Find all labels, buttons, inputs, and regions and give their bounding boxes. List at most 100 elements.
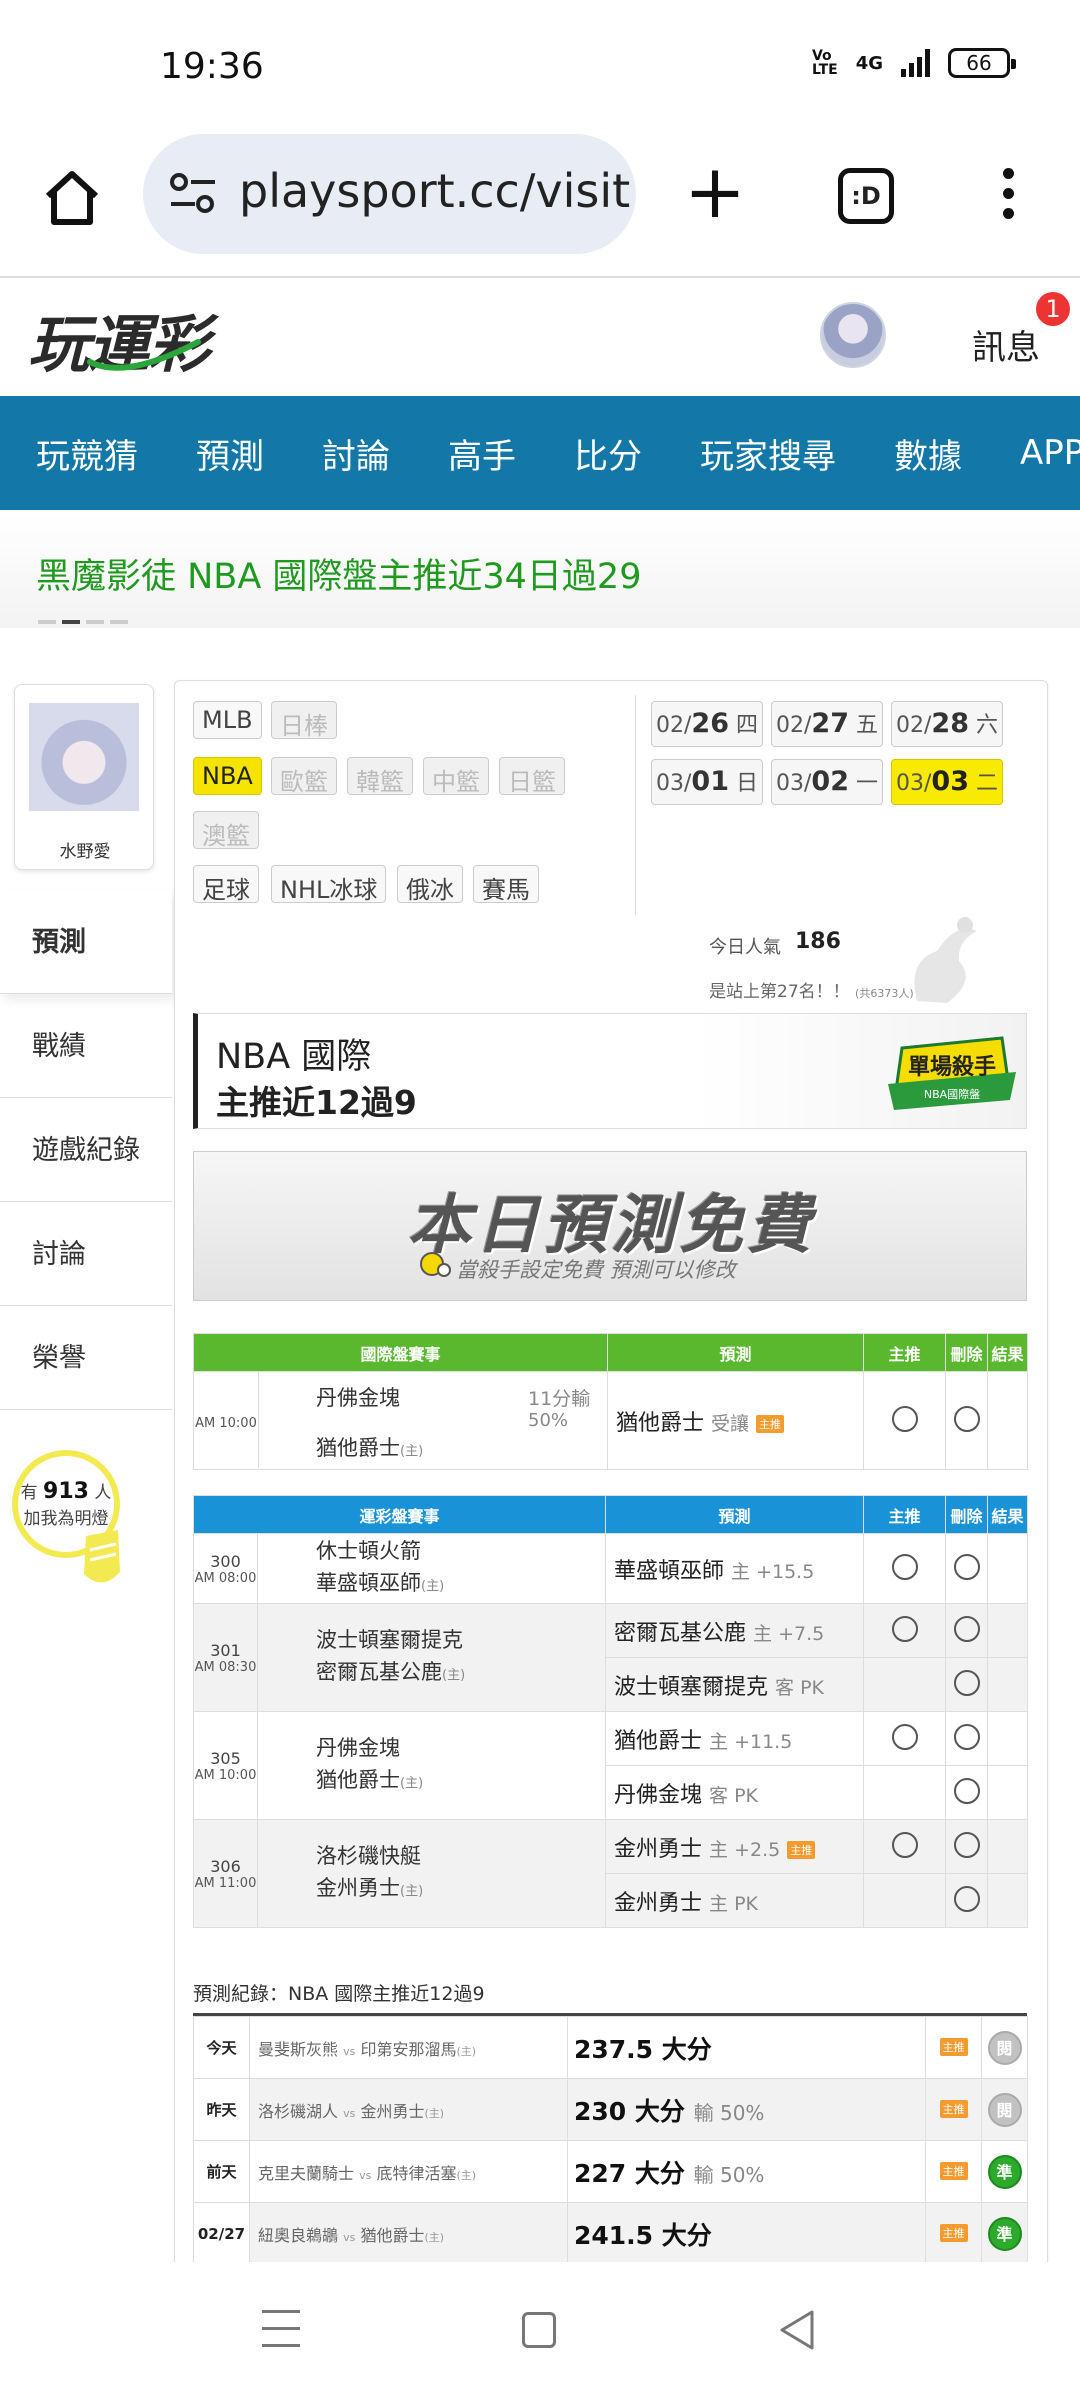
main-pick-radio[interactable] bbox=[891, 1615, 918, 1642]
record-match[interactable]: 克里夫蘭騎士 vs 底特律活塞(主) bbox=[249, 2140, 568, 2203]
date-day: 01 bbox=[691, 766, 729, 797]
date-day: 26 bbox=[691, 708, 729, 739]
home-icon[interactable] bbox=[40, 166, 104, 230]
prediction-cell: 金州勇士 主 PK bbox=[605, 1873, 865, 1928]
date-chip[interactable]: 02/27 五 bbox=[771, 701, 883, 747]
back-icon[interactable] bbox=[776, 2308, 816, 2352]
side-menu-honor[interactable]: 榮譽 bbox=[0, 1306, 172, 1410]
delete-radio[interactable] bbox=[953, 1669, 980, 1696]
carousel-dots bbox=[38, 620, 128, 624]
pick-note: 受讓 bbox=[711, 1412, 750, 1435]
delete-radio[interactable] bbox=[953, 1831, 980, 1858]
free-banner-subtitle: 當殺手設定免費 預測可以修改 bbox=[456, 1258, 736, 1282]
record-away: 洛杉磯湖人 bbox=[258, 2101, 339, 2121]
url-bar[interactable]: playsport.cc/visit bbox=[143, 134, 636, 254]
header-prediction: 預測 bbox=[607, 1333, 864, 1372]
home-team: 猶他爵士(主) bbox=[316, 1432, 423, 1462]
delete-radio[interactable] bbox=[953, 1723, 980, 1750]
record-row: 昨天 洛杉磯湖人 vs 金州勇士(主) 230 大分 輸 50% 主推 閱 bbox=[193, 2078, 1028, 2141]
date-chip[interactable]: 03/01 日 bbox=[651, 759, 763, 805]
side-menu-discuss[interactable]: 討論 bbox=[0, 1202, 172, 1306]
tab-switcher-button[interactable]: :D bbox=[838, 168, 894, 224]
logo-swoosh-icon bbox=[87, 339, 201, 371]
record-result-cell: 閱 bbox=[981, 2078, 1028, 2141]
user-avatar[interactable] bbox=[820, 302, 886, 368]
messages-link[interactable]: 訊息 bbox=[972, 320, 1040, 369]
record-match[interactable]: 洛杉磯湖人 vs 金州勇士(主) bbox=[249, 2078, 568, 2141]
league-chip-soccer[interactable]: 足球 bbox=[193, 865, 259, 904]
carousel-dot[interactable] bbox=[86, 620, 104, 624]
header-delete: 刪除 bbox=[945, 1495, 989, 1534]
main-pick-radio[interactable] bbox=[891, 1723, 918, 1750]
nav-item-predict[interactable]: 預測 bbox=[160, 429, 286, 478]
league-chip-nba[interactable]: NBA bbox=[193, 757, 262, 795]
delete-radio[interactable] bbox=[953, 1553, 980, 1580]
record-match[interactable]: 紐奧良鵜鶘 vs 猶他爵士(主) bbox=[249, 2202, 568, 2265]
date-chip[interactable]: 02/28 六 bbox=[891, 701, 1003, 747]
prediction-cell: 丹佛金塊 客 PK bbox=[605, 1765, 865, 1820]
game-cell: 丹佛金塊 猶他爵士(主) bbox=[256, 1711, 607, 1820]
home-mark: (主) bbox=[400, 1775, 424, 1791]
nav-item-guess[interactable]: 玩競猜 bbox=[0, 429, 160, 478]
more-menu-icon[interactable] bbox=[994, 168, 1022, 226]
game-time: AM 10:00 bbox=[194, 1767, 257, 1783]
carousel-dot[interactable] bbox=[110, 620, 128, 624]
badge-line1: 單場殺手 bbox=[908, 1054, 996, 1080]
record-tag-cell: 主推 bbox=[925, 2202, 982, 2265]
delete-radio[interactable] bbox=[953, 1777, 980, 1804]
date-day: 02 bbox=[811, 766, 849, 797]
nav-item-scores[interactable]: 比分 bbox=[538, 429, 664, 478]
carousel-dot[interactable] bbox=[62, 620, 80, 624]
date-chip[interactable]: 03/02 一 bbox=[771, 759, 883, 805]
result-seal: 準 bbox=[987, 2216, 1022, 2251]
nav-item-discuss[interactable]: 討論 bbox=[286, 429, 412, 478]
record-away: 紐奧良鵜鶘 bbox=[258, 2225, 339, 2245]
main-pick-radio[interactable] bbox=[891, 1553, 918, 1580]
url-text[interactable]: playsport.cc/visit bbox=[239, 164, 630, 218]
new-tab-icon[interactable]: + bbox=[684, 155, 746, 229]
pick-team: 猶他爵士 bbox=[614, 1728, 703, 1754]
profile-avatar bbox=[29, 703, 139, 811]
side-menu-record[interactable]: 戰績 bbox=[0, 994, 172, 1098]
record-match[interactable]: 曼斐斯灰熊 vs 印第安那溜馬(主) bbox=[249, 2016, 568, 2079]
headline-link[interactable]: 黑魔影徒 NBA 國際盤主推近34日過29 bbox=[36, 548, 641, 599]
delete-radio[interactable] bbox=[953, 1615, 980, 1642]
main-pick-radio[interactable] bbox=[891, 1831, 918, 1858]
nav-item-data[interactable]: 數據 bbox=[858, 429, 984, 478]
site-settings-icon[interactable] bbox=[169, 172, 217, 216]
league-chip-khl[interactable]: 俄冰 bbox=[397, 865, 463, 904]
league-chip-mlb[interactable]: MLB bbox=[193, 701, 262, 739]
date-chip-selected[interactable]: 03/03 二 bbox=[891, 759, 1003, 805]
date-month: 03/ bbox=[776, 771, 812, 796]
date-day: 03 bbox=[931, 766, 969, 797]
league-chip-nhl[interactable]: NHL冰球 bbox=[271, 865, 387, 904]
header-main-pick: 主推 bbox=[863, 1495, 947, 1534]
home-team: 猶他爵士(主) bbox=[316, 1764, 605, 1800]
league-chip-horse[interactable]: 賽馬 bbox=[473, 865, 539, 904]
vs-label: vs bbox=[343, 2230, 356, 2244]
nav-item-app[interactable]: APP bbox=[984, 433, 1080, 473]
home-mark: (主) bbox=[424, 2106, 445, 2120]
delete-cell bbox=[945, 1711, 989, 1766]
carousel-dot[interactable] bbox=[38, 620, 56, 624]
nav-item-player-search[interactable]: 玩家搜尋 bbox=[664, 429, 858, 478]
profile-card[interactable]: 水野愛 bbox=[14, 684, 154, 870]
prediction-cell: 波士頓塞爾提克 客 PK bbox=[605, 1657, 865, 1712]
main-pick-cell bbox=[863, 1873, 947, 1928]
side-menu-predict[interactable]: 預測 bbox=[0, 890, 172, 994]
battery-icon: 66 bbox=[948, 48, 1016, 78]
home-button-icon[interactable] bbox=[522, 2312, 556, 2348]
record-result-cell: 準 bbox=[981, 2140, 1028, 2203]
date-chip[interactable]: 02/26 四 bbox=[651, 701, 763, 747]
result-seal: 準 bbox=[987, 2154, 1022, 2189]
record-home: 底特律活塞 bbox=[376, 2163, 457, 2183]
nav-item-experts[interactable]: 高手 bbox=[412, 429, 538, 478]
delete-radio[interactable] bbox=[953, 1885, 980, 1912]
game-number-cell: 306 AM 11:00 bbox=[193, 1819, 258, 1928]
result-stat: 11分輸 bbox=[528, 1388, 591, 1410]
recent-apps-icon[interactable] bbox=[262, 2310, 302, 2350]
main-pick-radio[interactable] bbox=[891, 1405, 918, 1432]
side-menu-game-log[interactable]: 遊戲紀錄 bbox=[0, 1098, 172, 1202]
delete-radio[interactable] bbox=[953, 1405, 980, 1432]
header-lottery-games: 運彩盤賽事 bbox=[192, 1495, 607, 1534]
